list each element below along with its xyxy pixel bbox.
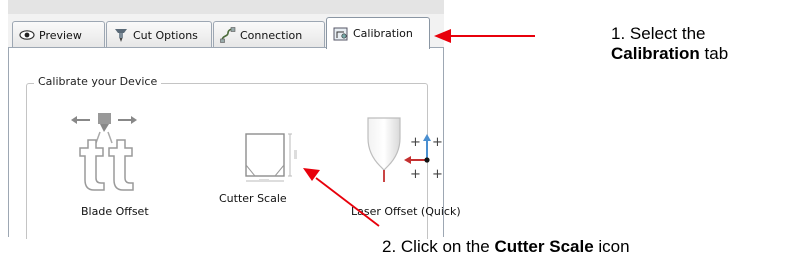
calibration-screenshot: Preview Cut Options Connection Calibrati… — [0, 0, 786, 263]
tab-label: Calibration — [353, 27, 413, 40]
step1-suffix: tab — [699, 44, 729, 63]
step2-bold: Cutter Scale — [494, 237, 594, 256]
step2-suffix: icon — [593, 237, 630, 256]
step2-annotation: 2. Click on the Cutter Scale icon — [382, 237, 630, 257]
arrow-to-cutter-scale — [315, 177, 380, 227]
step1-line1: 1. Select the — [611, 24, 706, 43]
step1-bold: Calibration — [611, 44, 700, 63]
step1-annotation: 1. Select the Calibration tab — [611, 24, 728, 64]
step1-line2: Calibration tab — [611, 44, 728, 64]
arrowhead-icon — [434, 29, 451, 43]
calibration-icon — [333, 26, 349, 42]
tab-calibration[interactable]: Calibration — [326, 17, 430, 49]
step2-prefix: 2. Click on the — [382, 237, 495, 256]
